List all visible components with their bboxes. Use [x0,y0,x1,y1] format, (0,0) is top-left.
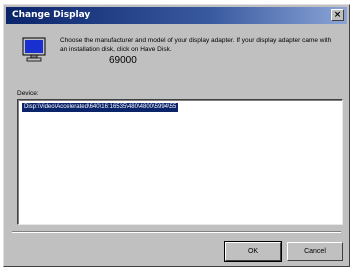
separator [12,231,341,233]
device-list-label: Device: [17,90,39,97]
cancel-button[interactable]: Cancel [287,242,343,261]
window-title: Change Display [12,10,91,20]
list-item[interactable]: Disp:\Video\Accelerated\640\16:16535\480… [22,103,179,112]
close-icon: × [333,10,342,20]
overlay-number: 69000 [109,55,137,66]
device-listbox[interactable]: Disp:\Video\Accelerated\640\16:16535\480… [17,99,343,225]
ok-button[interactable]: OK [224,241,282,262]
instruction-text: Choose the manufacturer and model of you… [60,37,332,53]
change-display-dialog: Change Display × Choose the manufacturer… [3,4,350,267]
monitor-icon [22,37,46,62]
close-button[interactable]: × [331,9,344,21]
title-bar[interactable]: Change Display × [6,7,347,24]
